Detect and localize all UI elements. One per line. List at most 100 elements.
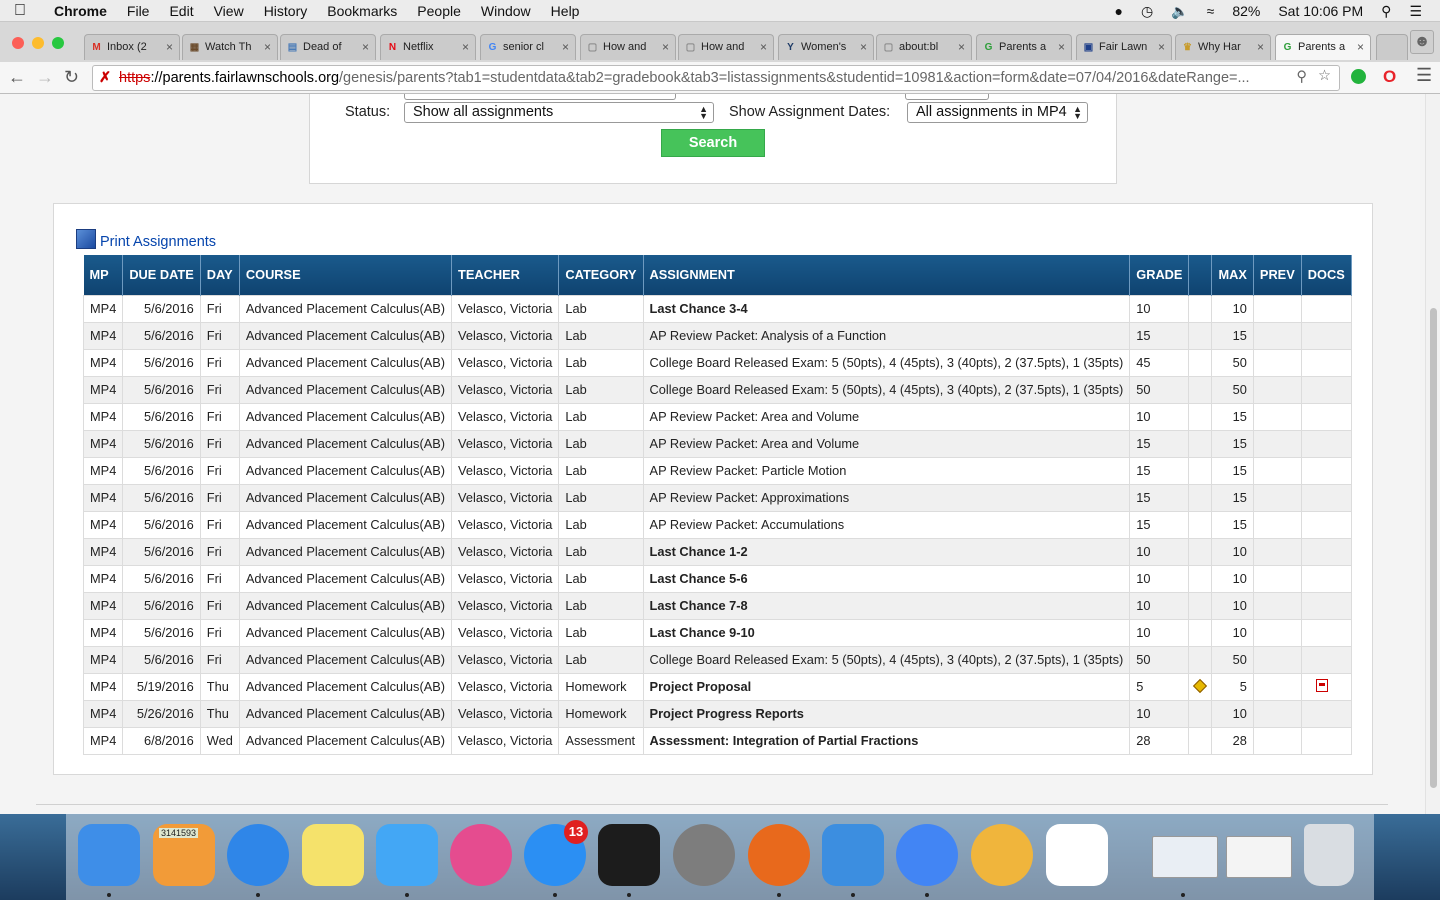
menu-help[interactable]: Help	[551, 3, 580, 19]
column-header-category[interactable]: CATEGORY	[558, 255, 644, 295]
cell-assignment[interactable]: Last Chance 9-10	[642, 618, 1131, 647]
close-tab-icon[interactable]: ×	[264, 40, 271, 54]
insecure-lock-icon[interactable]: ✗	[99, 70, 111, 86]
safari-icon[interactable]	[227, 824, 289, 886]
messages-icon[interactable]	[376, 824, 438, 886]
battery-level[interactable]: 82%	[1232, 3, 1260, 19]
new-tab-button[interactable]	[1376, 34, 1408, 60]
browser-tab[interactable]: ▢ How and ×	[580, 34, 676, 60]
forward-icon[interactable]: →	[36, 67, 54, 88]
profile-icon[interactable]: ☻	[1410, 30, 1434, 54]
calculator-icon[interactable]: 3141593	[153, 824, 215, 886]
print-assignments-link[interactable]: Print Assignments	[76, 229, 216, 250]
column-header-max[interactable]: MAX	[1211, 255, 1254, 295]
opera-extension-icon[interactable]: O	[1383, 67, 1396, 87]
assignment-dates-select[interactable]: All assignments in MP4 ▲ ▼	[907, 102, 1088, 123]
app-menu[interactable]: Chrome	[54, 3, 107, 19]
browser-tab[interactable]: ▤ Dead of ×	[280, 34, 376, 60]
chrome-menu-icon[interactable]: ☰	[1416, 65, 1432, 86]
column-header-day[interactable]: DAY	[200, 255, 240, 295]
finder-icon[interactable]	[78, 824, 140, 886]
cell-assignment[interactable]: College Board Released Exam: 5 (50pts), …	[642, 348, 1131, 377]
cell-assignment[interactable]: College Board Released Exam: 5 (50pts), …	[642, 645, 1131, 674]
cell-assignment[interactable]: AP Review Packet: Approximations	[642, 483, 1131, 512]
clock[interactable]: Sat 10:06 PM	[1278, 3, 1363, 19]
cell-assignment[interactable]: AP Review Packet: Analysis of a Function	[642, 321, 1131, 350]
window-thumbnail-2[interactable]	[1226, 836, 1292, 878]
cell-assignment[interactable]: Project Proposal	[642, 672, 1131, 701]
close-tab-icon[interactable]: ×	[1158, 40, 1165, 54]
firefox-icon[interactable]	[748, 824, 810, 886]
menu-file[interactable]: File	[127, 3, 150, 19]
cell-assignment[interactable]: AP Review Packet: Accumulations	[642, 510, 1131, 539]
minimize-window-button[interactable]	[32, 37, 44, 49]
column-header-assignment[interactable]: ASSIGNMENT	[643, 255, 1131, 295]
close-tab-icon[interactable]: ×	[362, 40, 369, 54]
menu-window[interactable]: Window	[481, 3, 531, 19]
system-preferences-icon[interactable]	[673, 824, 735, 886]
browser-tab[interactable]: ▣ Fair Lawn ×	[1076, 34, 1172, 60]
pencil-icon[interactable]	[1193, 678, 1208, 694]
close-tab-icon[interactable]: ×	[662, 40, 669, 54]
column-header-grade[interactable]: GRADE	[1129, 255, 1190, 295]
menu-edit[interactable]: Edit	[169, 3, 193, 19]
browser-tab[interactable]: ▢ about:bl ×	[876, 34, 972, 60]
browser-tab[interactable]: ▦ Watch Th ×	[182, 34, 278, 60]
scrollbar-thumb[interactable]	[1430, 308, 1437, 788]
cell-assignment[interactable]: Assessment: Integration of Partial Fract…	[642, 726, 1131, 755]
close-tab-icon[interactable]: ×	[166, 40, 173, 54]
time-machine-icon[interactable]: ◷	[1141, 3, 1153, 20]
close-tab-icon[interactable]: ×	[1357, 40, 1364, 54]
close-tab-icon[interactable]: ×	[462, 40, 469, 54]
close-tab-icon[interactable]: ×	[1058, 40, 1065, 54]
activity-monitor-icon[interactable]	[598, 824, 660, 886]
search-button[interactable]: Search	[661, 129, 765, 157]
page-scrollbar[interactable]	[1425, 94, 1440, 814]
close-tab-icon[interactable]: ×	[1257, 40, 1264, 54]
notification-center-icon[interactable]: ☰	[1409, 3, 1422, 20]
browser-tab[interactable]: ▢ How and ×	[678, 34, 774, 60]
browser-tab[interactable]: N Netflix ×	[380, 34, 476, 60]
back-icon[interactable]: ←	[8, 67, 26, 88]
status-select[interactable]: Show all assignments ▲ ▼	[404, 102, 714, 123]
close-tab-icon[interactable]: ×	[562, 40, 569, 54]
zoom-window-button[interactable]	[52, 37, 64, 49]
browser-tab[interactable]: ♛ Why Har ×	[1175, 34, 1271, 60]
bookmark-star-icon[interactable]: ☆	[1318, 68, 1331, 84]
zoom-icon[interactable]: ⚲	[1296, 69, 1307, 85]
browser-tab[interactable]: M Inbox (2 ×	[84, 34, 180, 60]
podcast-app-icon[interactable]	[1046, 824, 1108, 886]
close-window-button[interactable]	[12, 37, 24, 49]
cell-assignment[interactable]: Last Chance 3-4	[642, 294, 1131, 323]
cell-assignment[interactable]: Project Progress Reports	[642, 699, 1131, 728]
cell-assignment[interactable]: AP Review Packet: Area and Volume	[642, 402, 1131, 431]
column-header-docs[interactable]: DOCS	[1301, 255, 1352, 295]
menu-people[interactable]: People	[417, 3, 461, 19]
browser-tab[interactable]: G Parents a ×	[976, 34, 1072, 60]
close-tab-icon[interactable]: ×	[760, 40, 767, 54]
close-tab-icon[interactable]: ×	[958, 40, 965, 54]
hidden-select-above[interactable]	[404, 94, 676, 100]
extension-green-icon[interactable]	[1351, 69, 1366, 84]
spotlight-search-icon[interactable]: ⚲	[1381, 3, 1391, 20]
cell-assignment[interactable]: Last Chance 7-8	[642, 591, 1131, 620]
photos-icon[interactable]	[971, 824, 1033, 886]
chrome-icon[interactable]	[896, 824, 958, 886]
menu-view[interactable]: View	[214, 3, 244, 19]
notes-icon[interactable]	[302, 824, 364, 886]
column-header-teacher[interactable]: TEACHER	[451, 255, 560, 295]
wifi-icon[interactable]: ≈	[1207, 3, 1215, 19]
column-header-due-date[interactable]: DUE DATE	[122, 255, 201, 295]
cell-assignment[interactable]: Last Chance 5-6	[642, 564, 1131, 593]
cell-assignment[interactable]: Last Chance 1-2	[642, 537, 1131, 566]
column-header-mp[interactable]: MP	[83, 255, 124, 295]
apple-menu-icon[interactable]: 	[14, 2, 26, 20]
reload-icon[interactable]: ↻	[64, 67, 79, 88]
menu-bookmarks[interactable]: Bookmarks	[327, 3, 397, 19]
cell-assignment[interactable]: AP Review Packet: Area and Volume	[642, 429, 1131, 458]
volume-icon[interactable]: 🔈	[1171, 3, 1188, 20]
address-bar[interactable]: ✗ https://parents.fairlawnschools.org/ge…	[92, 65, 1340, 91]
hidden-select-right[interactable]	[905, 94, 989, 100]
active-tab[interactable]: G Parents a ×	[1275, 34, 1371, 60]
browser-tab[interactable]: Y Women's ×	[778, 34, 874, 60]
